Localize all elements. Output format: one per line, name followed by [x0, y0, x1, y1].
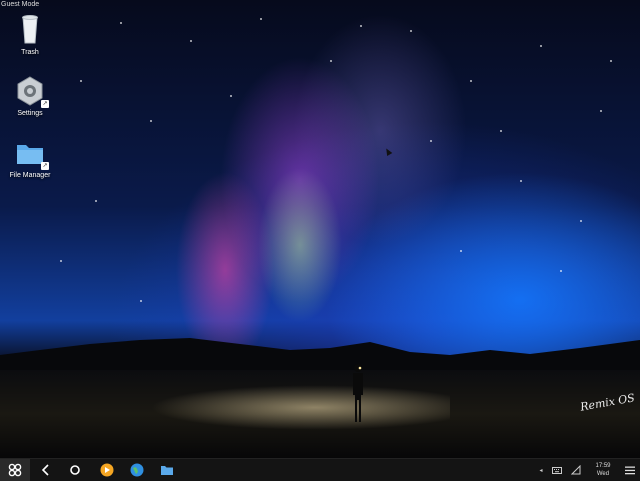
trash-icon — [13, 13, 47, 47]
notification-menu-button[interactable] — [622, 459, 638, 481]
tray-expand[interactable]: ◂ — [536, 459, 546, 481]
headlamp-light-beam — [150, 385, 450, 430]
hamburger-menu-icon — [625, 466, 635, 474]
clock-day: Wed — [596, 471, 610, 477]
system-clock[interactable]: 17:59 Wed — [591, 462, 615, 478]
desktop-icon-settings[interactable]: ↗ Settings — [0, 74, 60, 117]
signal-icon — [571, 465, 581, 475]
keyboard-icon — [552, 466, 562, 474]
caret-icon: ◂ — [539, 467, 543, 474]
browser-globe-icon — [130, 463, 144, 477]
back-icon — [41, 464, 49, 476]
shortcut-arrow-icon: ↗ — [41, 162, 49, 170]
home-button[interactable] — [64, 459, 86, 481]
remix-start-icon — [8, 463, 22, 477]
play-store-icon — [100, 463, 114, 477]
person-silhouette — [353, 364, 363, 422]
desktop-icon-file-manager[interactable]: ↗ File Manager — [0, 136, 60, 179]
folder-icon: ↗ — [13, 136, 49, 170]
guest-mode-label: Guest Mode — [1, 1, 40, 8]
home-icon — [70, 465, 80, 475]
clock-time: 17:59 — [595, 463, 611, 469]
desktop-icon-label: Settings — [17, 110, 43, 117]
back-button[interactable] — [36, 459, 56, 481]
file-manager-icon — [161, 466, 173, 475]
play-store-app[interactable] — [96, 459, 118, 481]
desktop-icon-trash[interactable]: Trash — [0, 13, 60, 56]
desktop-icon-label: Trash — [21, 49, 39, 56]
taskbar: ◂ 17:59 Wed — [0, 458, 640, 481]
start-button[interactable] — [0, 459, 30, 481]
keyboard-tray[interactable] — [550, 459, 564, 481]
network-tray[interactable] — [568, 459, 584, 481]
browser-app[interactable] — [126, 459, 148, 481]
shortcut-arrow-icon: ↗ — [41, 100, 49, 108]
desktop-icon-label: File Manager — [9, 172, 51, 179]
file-manager-app[interactable] — [156, 459, 178, 481]
gear-icon: ↗ — [13, 74, 49, 108]
